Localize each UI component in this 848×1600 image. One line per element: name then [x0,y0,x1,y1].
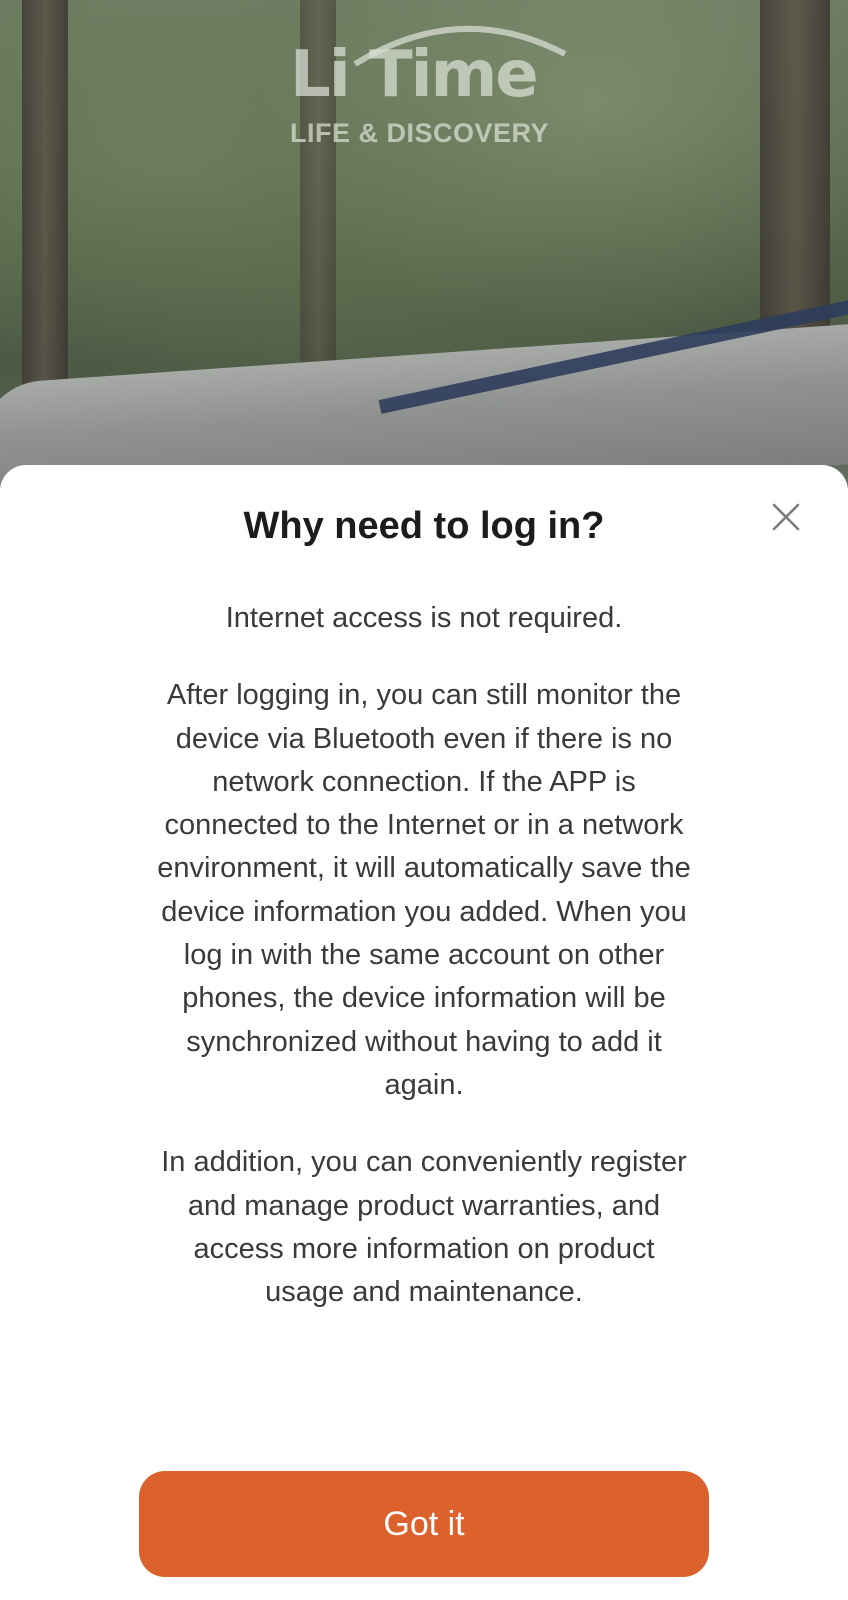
brand-logo: Li Time LIFE & DISCOVERY [290,25,567,155]
dialog-paragraph: In addition, you can conveniently regist… [161,1146,687,1309]
login-info-screen: Li Time LIFE & DISCOVERY Why need to log… [0,0,848,1600]
dialog-title: Why need to log in? [243,505,605,547]
dialog-paragraph: After logging in, you can still monitor … [157,679,691,1101]
dialog-paragraph: Internet access is not required. [225,602,623,634]
dialog-body: Internet access is not required. After l… [150,597,698,1314]
got-it-button[interactable]: Got it [139,1471,709,1577]
forest-background-image: Li Time LIFE & DISCOVERY [0,0,848,525]
logo-wordmark: Li Time [290,38,539,112]
logo-tagline: LIFE & DISCOVERY [290,118,550,148]
login-info-sheet: Why need to log in? Internet access is n… [0,465,848,1600]
